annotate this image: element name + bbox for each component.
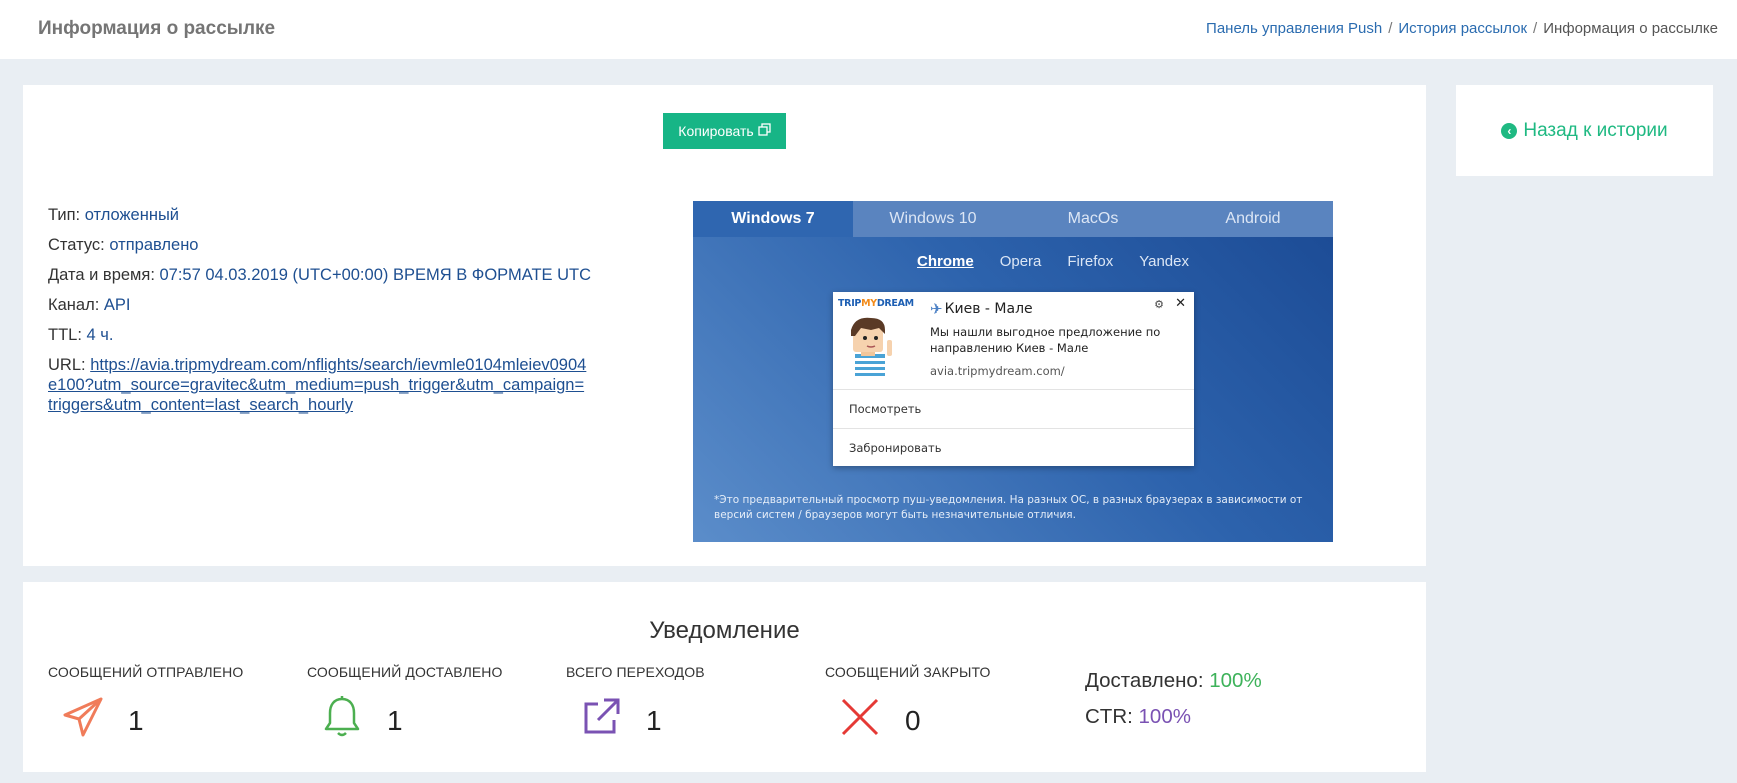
stat-clicks-label: ВСЕГО ПЕРЕХОДОВ xyxy=(566,664,705,680)
stat-sent-label: СООБЩЕНИЙ ОТПРАВЛЕНО xyxy=(48,664,244,680)
url-label: URL: xyxy=(48,356,86,374)
notification-action-book[interactable]: Забронировать xyxy=(833,428,1194,466)
stat-sent-value: 1 xyxy=(128,705,144,736)
breadcrumb-current: Информация о рассылке xyxy=(1543,20,1718,37)
push-preview: Windows 7 Windows 10 MacOs Android Chrom… xyxy=(693,201,1333,542)
copy-button-label: Копировать xyxy=(678,123,754,139)
close-icon[interactable]: ✕ xyxy=(1175,296,1186,311)
tripmydream-logo: TRIPMYDREAM xyxy=(838,298,914,309)
breadcrumb-push-dashboard[interactable]: Панель управления Push xyxy=(1206,20,1382,37)
back-link-label: Назад к истории xyxy=(1523,119,1668,141)
breadcrumb-history[interactable]: История рассылок xyxy=(1398,20,1527,37)
tab-windows-7[interactable]: Windows 7 xyxy=(693,201,853,237)
campaign-details-card: Копировать Тип: отложенный Статус: отпра… xyxy=(23,85,1426,566)
channel-value: API xyxy=(103,296,131,314)
notification-preview: TRIPMYDREAM ✈ Киев - Мале ⚙ ✕ Мы нашли в… xyxy=(833,292,1194,466)
paper-plane-icon xyxy=(58,694,108,740)
stat-clicks-value: 1 xyxy=(646,705,662,736)
airplane-icon: ✈ xyxy=(930,300,943,318)
info-url: URL: https://avia.tripmydream.com/nfligh… xyxy=(48,350,588,414)
page-title: Информация о рассылке xyxy=(38,18,276,39)
campaign-info: Тип: отложенный Статус: отправлено Дата … xyxy=(48,200,591,414)
ctr-rate: CTR: 100% xyxy=(1085,699,1262,735)
stat-closed: СООБЩЕНИЙ ЗАКРЫТО 0 xyxy=(825,664,1065,740)
delivered-rate-label: Доставлено: xyxy=(1085,669,1204,692)
notification-action-view[interactable]: Посмотреть xyxy=(833,389,1194,427)
stats-summary: Доставлено: 100% CTR: 100% xyxy=(1085,663,1262,735)
chevron-left-circle-icon: ‹ xyxy=(1501,122,1518,139)
breadcrumb-separator: / xyxy=(1533,20,1538,37)
breadcrumb: Панель управления Push / История рассылок /… xyxy=(1206,20,1718,37)
notification-domain: avia.tripmydream.com/ xyxy=(930,364,1065,378)
notification-stats-card: Уведомление СООБЩЕНИЙ ОТПРАВЛЕНО 1 СООБЩ… xyxy=(23,582,1426,772)
tab-windows-10[interactable]: Windows 10 xyxy=(853,201,1013,237)
avatar xyxy=(843,314,903,376)
os-tabs: Windows 7 Windows 10 MacOs Android xyxy=(693,201,1333,237)
stat-closed-label: СООБЩЕНИЙ ЗАКРЫТО xyxy=(825,664,991,680)
ctr-value: 100% xyxy=(1138,705,1191,728)
stat-clicks: ВСЕГО ПЕРЕХОДОВ 1 xyxy=(566,664,806,740)
bell-icon xyxy=(317,694,367,740)
info-status: Статус: отправлено xyxy=(48,230,588,260)
notification-body: Мы нашли выгодное предложение по направл… xyxy=(930,325,1161,355)
notification-title: ✈ Киев - Мале xyxy=(930,300,1033,318)
preview-disclaimer: *Это предварительный просмотр пуш-уведом… xyxy=(714,494,1303,521)
tab-yandex[interactable]: Yandex xyxy=(1139,253,1189,270)
external-link-icon xyxy=(576,694,626,740)
notification-title-text: Киев - Мале xyxy=(944,301,1033,317)
stat-delivered-label: СООБЩЕНИЙ ДОСТАВЛЕНО xyxy=(307,664,503,680)
channel-label: Канал: xyxy=(48,296,100,314)
ttl-value: 4 ч. xyxy=(86,326,114,344)
stats-title: Уведомление xyxy=(649,617,800,644)
datetime-value: 07:57 04.03.2019 (UTC+00:00) ВРЕМЯ В ФОР… xyxy=(159,266,592,284)
status-value: отправлено xyxy=(109,236,199,254)
type-value: отложенный xyxy=(84,206,180,224)
tab-macos[interactable]: MacOs xyxy=(1013,201,1173,237)
info-channel: Канал: API xyxy=(48,290,588,320)
type-label: Тип: xyxy=(48,206,81,224)
close-x-icon xyxy=(835,694,885,740)
ctr-label: CTR: xyxy=(1085,705,1133,728)
datetime-label: Дата и время: xyxy=(48,266,155,284)
copy-button[interactable]: Копировать xyxy=(663,113,786,149)
ttl-label: TTL: xyxy=(48,326,82,344)
url-link[interactable]: https://avia.tripmydream.com/nflights/se… xyxy=(48,356,586,414)
tab-firefox[interactable]: Firefox xyxy=(1067,253,1113,270)
tab-chrome[interactable]: Chrome xyxy=(917,253,974,270)
info-type: Тип: отложенный xyxy=(48,200,588,230)
stat-delivered-value: 1 xyxy=(387,705,403,736)
back-to-history-link[interactable]: ‹ Назад к истории xyxy=(1501,119,1668,142)
info-ttl: TTL: 4 ч. xyxy=(48,320,588,350)
info-datetime: Дата и время: 07:57 04.03.2019 (UTC+00:0… xyxy=(48,260,591,290)
stat-delivered: СООБЩЕНИЙ ДОСТАВЛЕНО 1 xyxy=(307,664,547,740)
status-label: Статус: xyxy=(48,236,105,254)
gear-icon[interactable]: ⚙ xyxy=(1154,298,1164,311)
browser-tabs: Chrome Opera Firefox Yandex xyxy=(693,253,1333,270)
delivered-rate-value: 100% xyxy=(1209,669,1262,692)
copy-icon xyxy=(758,123,771,139)
delivered-rate: Доставлено: 100% xyxy=(1085,663,1262,699)
back-card: ‹ Назад к истории xyxy=(1456,85,1713,176)
top-bar: Информация о рассылке Панель управления … xyxy=(0,0,1737,59)
tab-opera[interactable]: Opera xyxy=(1000,253,1042,270)
breadcrumb-separator: / xyxy=(1388,20,1393,37)
stat-closed-value: 0 xyxy=(905,705,921,736)
stat-sent: СООБЩЕНИЙ ОТПРАВЛЕНО 1 xyxy=(48,664,288,740)
tab-android[interactable]: Android xyxy=(1173,201,1333,237)
